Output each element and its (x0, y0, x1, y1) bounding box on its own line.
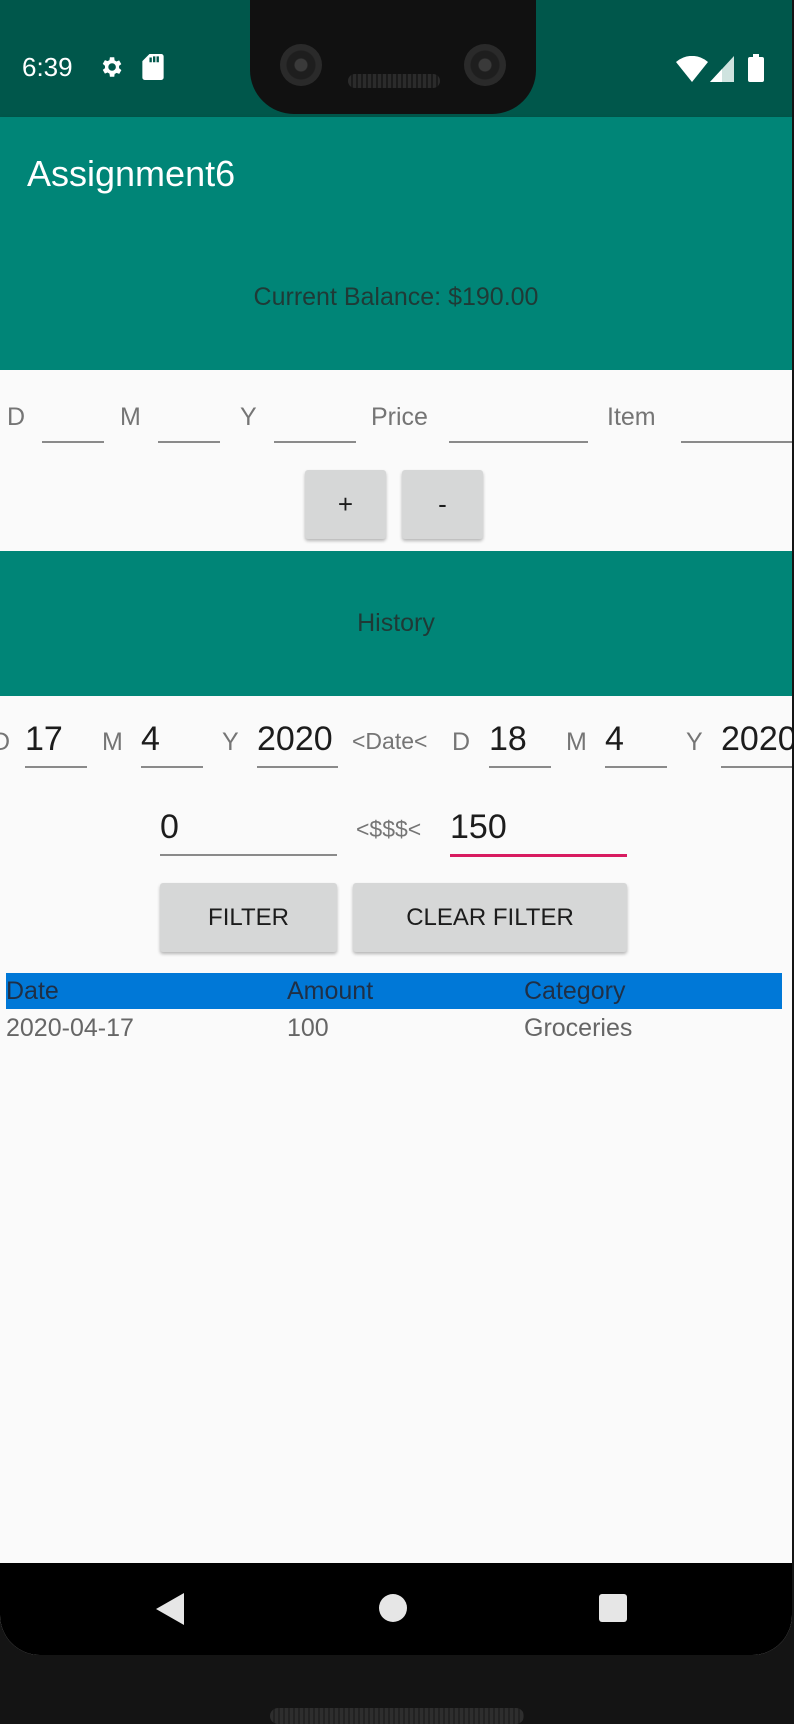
column-header-date: Date (6, 977, 59, 1005)
screen: 6:39 Assignment6 Current Balance: $190.0… (0, 0, 792, 1655)
history-banner: History (0, 551, 792, 696)
entry-year-label: Y (240, 403, 257, 431)
history-title: History (357, 609, 435, 637)
gear-icon (98, 54, 124, 85)
filter-to-day-value: 18 (489, 720, 527, 758)
table-header: Date Amount Category (6, 973, 782, 1009)
entry-item-field[interactable] (681, 395, 792, 443)
filter-from-day-label: D (0, 728, 11, 756)
home-icon[interactable] (379, 1594, 407, 1622)
entry-year-field[interactable] (274, 395, 356, 443)
filter-from-day-field[interactable]: 17 (25, 710, 87, 768)
entry-price-field[interactable] (449, 395, 588, 443)
filter-to-month-label: M (566, 728, 587, 756)
filter-from-month-field[interactable]: 4 (141, 710, 203, 768)
entry-item-label: Item (607, 403, 656, 431)
filter-from-month-value: 4 (141, 720, 160, 758)
camera-notch (250, 0, 536, 114)
app-title: Assignment6 (27, 153, 236, 194)
status-bar: 6:39 (0, 0, 792, 117)
date-range-separator: <Date< (352, 728, 428, 754)
filter-to-day-label: D (452, 728, 471, 756)
add-button[interactable]: + (305, 470, 386, 539)
amount-max-field[interactable]: 150 (450, 800, 627, 858)
navigation-bar (0, 1563, 792, 1655)
filter-from-year-field[interactable]: 2020 (257, 710, 338, 768)
back-icon[interactable] (156, 1593, 186, 1630)
app-bar: Assignment6 (0, 117, 792, 225)
amount-max-value: 150 (450, 808, 507, 846)
subtract-button[interactable]: - (402, 470, 483, 539)
filter-from-year-value: 2020 (257, 720, 333, 758)
filter-button[interactable]: FILTER (160, 883, 337, 952)
entry-day-field[interactable] (42, 395, 104, 443)
amount-min-field[interactable]: 0 (160, 800, 337, 856)
status-time: 6:39 (22, 52, 73, 82)
filter-to-year-field[interactable]: 2020 (721, 710, 792, 768)
row-amount-cell: 100 (287, 1014, 329, 1042)
column-header-category: Category (524, 977, 626, 1005)
entry-day-label: D (7, 403, 26, 431)
device-frame: 6:39 Assignment6 Current Balance: $190.0… (0, 0, 794, 1724)
sd-card-icon (142, 54, 164, 85)
recents-icon[interactable] (599, 1594, 627, 1622)
front-camera-left (280, 44, 322, 86)
filter-to-month-field[interactable]: 4 (605, 710, 667, 768)
entry-month-label: M (120, 403, 141, 431)
filter-from-day-value: 17 (25, 720, 63, 758)
filter-to-day-field[interactable]: 18 (489, 710, 551, 768)
earpiece-speaker (348, 74, 440, 88)
front-camera-right (464, 44, 506, 86)
amount-range-separator: <$$$< (356, 816, 422, 842)
balance-banner: Current Balance: $190.00 (0, 225, 792, 370)
column-header-amount: Amount (287, 977, 374, 1005)
wifi-icon (676, 55, 708, 87)
device-speaker-grill (270, 1708, 524, 1724)
entry-month-field[interactable] (158, 395, 220, 443)
filter-from-month-label: M (102, 728, 123, 756)
entry-price-label: Price (371, 403, 428, 431)
signal-icon (710, 56, 734, 87)
filter-to-month-value: 4 (605, 720, 624, 758)
amount-min-value: 0 (160, 808, 179, 846)
row-date-cell: 2020-04-17 (6, 1014, 134, 1042)
filter-to-year-label: Y (686, 728, 703, 756)
current-balance-text: Current Balance: $190.00 (253, 283, 539, 311)
row-category-cell: Groceries (524, 1014, 633, 1042)
clear-filter-button[interactable]: CLEAR FILTER (353, 883, 627, 952)
filter-from-year-label: Y (222, 728, 239, 756)
filter-to-year-value: 2020 (721, 720, 792, 758)
battery-icon (748, 54, 764, 87)
date-filter-row: D 17 M 4 Y 2020 <Date< D 18 M 4 Y 2020 (0, 710, 792, 770)
